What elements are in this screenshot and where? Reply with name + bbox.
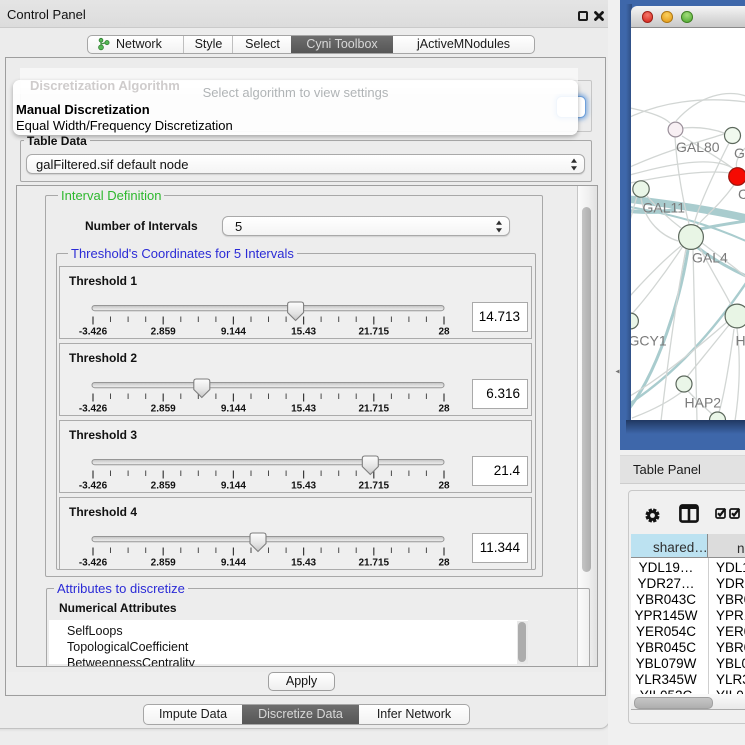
svg-text:28: 28: [438, 404, 450, 415]
svg-text:9.144: 9.144: [221, 481, 246, 492]
svg-text:9.144: 9.144: [221, 404, 246, 415]
svg-text:HAP2: HAP2: [685, 395, 722, 411]
svg-text:9.144: 9.144: [221, 558, 246, 569]
svg-text:28: 28: [438, 558, 450, 569]
svg-text:9.144: 9.144: [221, 327, 246, 338]
svg-text:-3.426: -3.426: [79, 558, 108, 569]
svg-text:-3.426: -3.426: [79, 404, 108, 415]
svg-text:GCY1: GCY1: [631, 333, 667, 349]
svg-text:HI: HI: [736, 333, 745, 349]
svg-text:2.859: 2.859: [151, 327, 176, 338]
svg-text:GAL11: GAL11: [643, 200, 686, 216]
svg-text:15.43: 15.43: [291, 404, 316, 415]
svg-text:2.859: 2.859: [151, 558, 176, 569]
svg-text:-3.426: -3.426: [79, 481, 108, 492]
svg-text:GAL4: GAL4: [692, 250, 728, 266]
svg-text:21.715: 21.715: [359, 558, 390, 569]
svg-text:GAL80: GAL80: [676, 139, 720, 155]
svg-text:-3.426: -3.426: [79, 327, 108, 338]
svg-text:C: C: [738, 186, 745, 202]
svg-text:28: 28: [438, 481, 450, 492]
svg-text:15.43: 15.43: [291, 558, 316, 569]
svg-text:21.715: 21.715: [359, 481, 390, 492]
svg-text:21.715: 21.715: [359, 327, 390, 338]
svg-text:28: 28: [438, 327, 450, 338]
svg-text:GA: GA: [734, 145, 745, 161]
svg-text:15.43: 15.43: [291, 327, 316, 338]
svg-text:2.859: 2.859: [151, 481, 176, 492]
svg-text:21.715: 21.715: [359, 404, 390, 415]
svg-text:15.43: 15.43: [291, 481, 316, 492]
svg-text:2.859: 2.859: [151, 404, 176, 415]
